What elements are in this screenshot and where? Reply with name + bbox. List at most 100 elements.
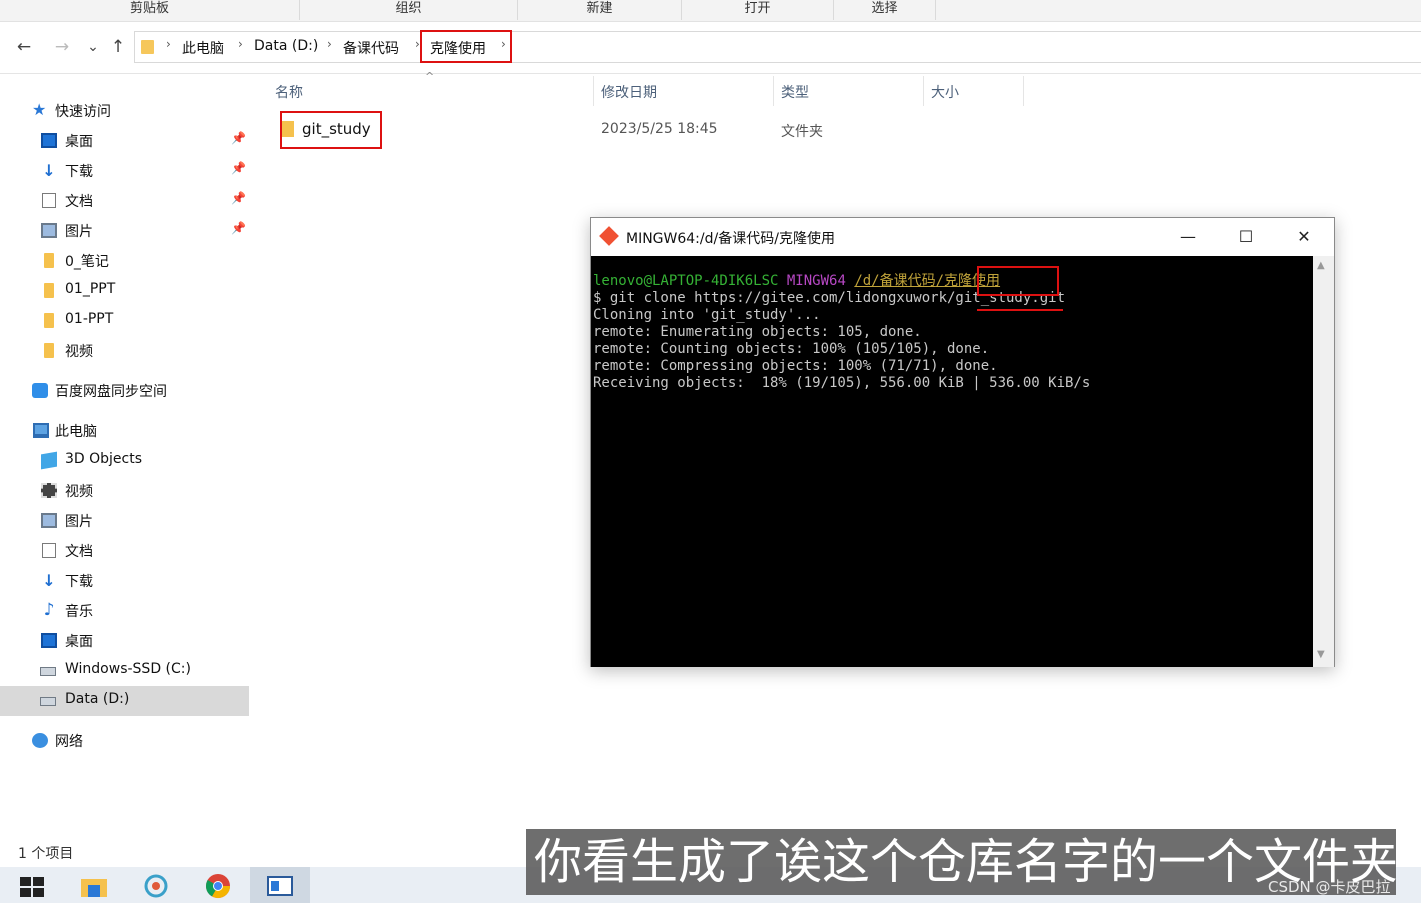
- download-arrow-icon: ↓: [42, 571, 56, 590]
- ribbon-group-clipboard[interactable]: 剪贴板: [0, 0, 300, 20]
- windows-start-icon[interactable]: [18, 873, 46, 899]
- git-logo-icon: [599, 226, 619, 246]
- back-arrow-icon[interactable]: ←: [14, 36, 34, 58]
- sidebar-item-label: 快速访问: [55, 104, 111, 120]
- column-divider[interactable]: [593, 76, 594, 106]
- ribbon-group-open[interactable]: 打开: [682, 0, 834, 20]
- sidebar-item-drive-d[interactable]: Data (D:): [0, 686, 249, 716]
- up-arrow-icon[interactable]: ↑: [108, 36, 128, 58]
- pin-icon[interactable]: 📌: [231, 221, 246, 235]
- sidebar-item-label: 音乐: [65, 604, 93, 620]
- sidebar-item-drive-c[interactable]: Windows-SSD (C:): [0, 656, 249, 686]
- sidebar-item-label: Data (D:): [65, 691, 130, 707]
- column-header-date[interactable]: 修改日期: [601, 82, 657, 102]
- cube-3d-icon: [41, 451, 57, 470]
- pin-icon[interactable]: 📌: [231, 131, 246, 145]
- folder-icon: [141, 40, 154, 54]
- column-divider[interactable]: [773, 76, 774, 106]
- chrome-icon[interactable]: [204, 873, 232, 899]
- file-type: 文件夹: [781, 124, 823, 140]
- navigation-pane: ★ 快速访问 桌面 📌 ↓ 下载 📌 文档 📌 图片 📌 0_笔记 01_PPT…: [0, 74, 250, 834]
- film-icon: [41, 483, 57, 498]
- sidebar-item-3d-objects[interactable]: 3D Objects: [0, 446, 249, 476]
- maximize-button[interactable]: ☐: [1232, 224, 1260, 250]
- sidebar-item-pc-desktop[interactable]: 桌面: [0, 626, 249, 656]
- ribbon: 剪贴板 组织 新建 打开 选择: [0, 0, 1421, 22]
- column-header-size[interactable]: 大小: [931, 82, 959, 102]
- column-divider[interactable]: [1023, 76, 1024, 106]
- sidebar-item-label: 百度网盘同步空间: [55, 384, 167, 400]
- close-button[interactable]: ✕: [1290, 224, 1318, 250]
- navigation-bar: ← → ⌄ ↑ › 此电脑 › Data (D:) › 备课代码 › 克隆使用 …: [0, 22, 1421, 74]
- star-icon: ★: [32, 100, 47, 119]
- sidebar-item-label: 01-PPT: [65, 311, 114, 327]
- sidebar-item-desktop[interactable]: 桌面 📌: [0, 126, 249, 156]
- sidebar-item-downloads[interactable]: ↓ 下载 📌: [0, 156, 249, 186]
- sidebar-item-quick-access[interactable]: ★ 快速访问: [0, 96, 249, 126]
- sidebar-item-ppt[interactable]: 01_PPT: [0, 276, 249, 306]
- document-app-icon[interactable]: [266, 873, 294, 899]
- scroll-down-icon[interactable]: ▼: [1317, 649, 1325, 660]
- terminal-output[interactable]: lenovo@LAPTOP-4DIK6LSC MINGW64 /d/备课代码/克…: [591, 256, 1313, 667]
- file-explorer-icon[interactable]: [80, 873, 108, 899]
- sidebar-item-videos[interactable]: 视频: [0, 476, 249, 506]
- sidebar-item-label: 文档: [65, 194, 93, 210]
- picture-icon: [41, 223, 57, 238]
- sidebar-item-label: 桌面: [65, 634, 93, 650]
- sort-ascending-icon: ^: [425, 70, 435, 83]
- address-bar[interactable]: › 此电脑 › Data (D:) › 备课代码 › 克隆使用 ›: [134, 30, 1421, 63]
- app-swirl-icon[interactable]: [142, 873, 170, 899]
- desktop-icon: [41, 633, 57, 648]
- breadcrumb-data-d[interactable]: Data (D:): [254, 38, 318, 54]
- sidebar-item-video-folder[interactable]: 视频: [0, 336, 249, 366]
- drive-icon: [40, 667, 56, 676]
- baidu-cloud-icon: [32, 383, 48, 398]
- breadcrumb-separator-icon[interactable]: ›: [327, 37, 332, 51]
- column-header-type[interactable]: 类型: [781, 82, 809, 102]
- breadcrumb-separator-icon[interactable]: ›: [238, 37, 243, 51]
- desktop-icon: [41, 133, 57, 148]
- breadcrumb-course-code[interactable]: 备课代码: [343, 38, 399, 58]
- terminal-window[interactable]: MINGW64:/d/备课代码/克隆使用 — ☐ ✕ lenovo@LAPTOP…: [590, 217, 1335, 667]
- terminal-line: remote: Counting objects: 100% (105/105)…: [593, 341, 990, 357]
- sidebar-item-documents[interactable]: 文档 📌: [0, 186, 249, 216]
- terminal-line: remote: Compressing objects: 100% (71/71…: [593, 358, 998, 374]
- pin-icon[interactable]: 📌: [231, 161, 246, 175]
- column-divider[interactable]: [923, 76, 924, 106]
- ribbon-group-select[interactable]: 选择: [834, 0, 936, 20]
- sidebar-item-network[interactable]: 网络: [0, 726, 249, 756]
- sidebar-item-notes[interactable]: 0_笔记: [0, 246, 249, 276]
- folder-icon: [44, 283, 54, 298]
- sidebar-item-baidu-sync[interactable]: 百度网盘同步空间: [0, 376, 249, 406]
- terminal-scrollbar[interactable]: ▲ ▼: [1313, 256, 1334, 667]
- terminal-line: Cloning into 'git_study'...: [593, 307, 821, 323]
- sidebar-item-pictures[interactable]: 图片 📌: [0, 216, 249, 246]
- recent-locations-chevron-icon[interactable]: ⌄: [83, 36, 103, 58]
- breadcrumb-separator-icon[interactable]: ›: [166, 37, 171, 51]
- network-icon: [32, 733, 48, 748]
- sidebar-item-label: 网络: [55, 734, 83, 750]
- watermark: CSDN @卡皮巴拉: [1268, 878, 1391, 896]
- sidebar-item-ppt-2[interactable]: 01-PPT: [0, 306, 249, 336]
- scroll-up-icon[interactable]: ▲: [1317, 260, 1325, 271]
- document-icon: [42, 543, 56, 558]
- terminal-line: Receiving objects: 18% (19/105), 556.00 …: [593, 375, 1091, 391]
- column-header-name[interactable]: 名称: [275, 82, 303, 102]
- sidebar-item-label: 视频: [65, 484, 93, 500]
- terminal-title-bar[interactable]: MINGW64:/d/备课代码/克隆使用 — ☐ ✕: [591, 218, 1334, 256]
- minimize-button[interactable]: —: [1174, 224, 1202, 250]
- pin-icon[interactable]: 📌: [231, 191, 246, 205]
- sidebar-item-pc-downloads[interactable]: ↓ 下载: [0, 566, 249, 596]
- sidebar-item-pc-pictures[interactable]: 图片: [0, 506, 249, 536]
- sidebar-item-label: 01_PPT: [65, 281, 116, 297]
- ribbon-group-organize[interactable]: 组织: [300, 0, 518, 20]
- sidebar-item-this-pc[interactable]: 此电脑: [0, 416, 249, 446]
- forward-arrow-icon[interactable]: →: [52, 36, 72, 58]
- highlight-underline: [977, 309, 1063, 311]
- sidebar-item-music[interactable]: ♪ 音乐: [0, 596, 249, 626]
- ribbon-group-new[interactable]: 新建: [518, 0, 682, 20]
- sidebar-item-label: 图片: [65, 224, 93, 240]
- sidebar-item-pc-documents[interactable]: 文档: [0, 536, 249, 566]
- breadcrumb-this-pc[interactable]: 此电脑: [182, 38, 224, 58]
- prompt-path: /d/备课代码: [854, 273, 936, 289]
